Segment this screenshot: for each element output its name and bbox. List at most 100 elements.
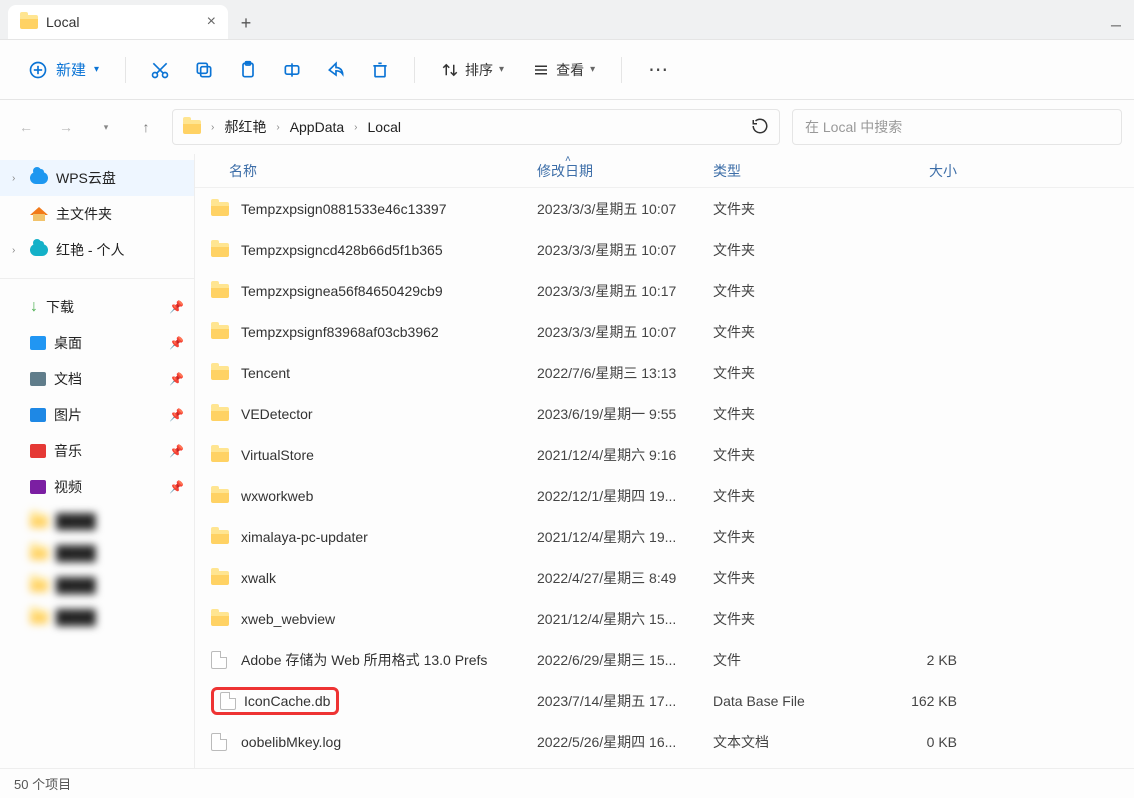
folder-icon — [211, 571, 229, 585]
column-type[interactable]: 类型 — [713, 161, 867, 181]
close-icon[interactable]: × — [207, 13, 216, 31]
sidebar-item-label: 桌面 — [54, 333, 82, 353]
delete-button[interactable] — [362, 52, 398, 88]
sidebar-item-blurred[interactable]: ████ — [0, 505, 194, 537]
refresh-button[interactable] — [751, 117, 769, 138]
file-name: wxworkweb — [235, 488, 537, 504]
folder-icon — [211, 407, 229, 421]
file-type: 文件夹 — [713, 199, 867, 219]
share-button[interactable] — [318, 52, 354, 88]
folder-icon — [211, 530, 229, 544]
desktop-icon — [30, 336, 46, 350]
music-icon — [30, 444, 46, 458]
file-name: Adobe 存储为 Web 所用格式 13.0 Prefs — [235, 650, 537, 670]
new-tab-button[interactable]: + — [228, 7, 264, 39]
highlight-annotation: IconCache.db — [211, 687, 339, 715]
pin-icon: 📌 — [169, 300, 184, 314]
sidebar-item-wps[interactable]: › WPS云盘 — [0, 160, 194, 196]
sidebar-item-documents[interactable]: 文档 📌 — [0, 361, 194, 397]
breadcrumb-item[interactable]: 郝红艳 — [224, 117, 266, 137]
column-header[interactable]: ˄ 名称 修改日期 类型 大小 — [195, 154, 1134, 188]
column-name[interactable]: 名称 — [211, 161, 537, 181]
breadcrumb-item[interactable]: AppData — [290, 119, 344, 135]
folder-icon — [211, 366, 229, 380]
divider — [621, 57, 622, 83]
column-size[interactable]: 大小 — [867, 161, 987, 181]
recent-button[interactable]: ▾ — [92, 113, 120, 141]
picture-icon — [30, 408, 46, 422]
divider — [414, 57, 415, 83]
sidebar-item-downloads[interactable]: ↓ 下载 📌 — [0, 289, 194, 325]
breadcrumb-item[interactable]: Local — [368, 119, 401, 135]
table-row[interactable]: Tempzxpsign0881533e46c133972023/3/3/星期五 … — [195, 188, 1134, 229]
column-date[interactable]: 修改日期 — [537, 161, 713, 181]
view-label: 查看 — [556, 60, 584, 80]
sidebar-item-personal[interactable]: › 红艳 - 个人 — [0, 232, 194, 268]
chevron-down-icon: ▾ — [590, 64, 595, 75]
toolbar: 新建 ▾ 排序 ▾ 查看 ▾ ⋯ — [0, 40, 1134, 100]
sidebar-item-label: 视频 — [54, 477, 82, 497]
table-row[interactable]: Tempzxpsignf83968af03cb39622023/3/3/星期五 … — [195, 311, 1134, 352]
file-name: xwalk — [235, 570, 537, 586]
address-row: ← → ▾ ↑ › 郝红艳 › AppData › Local — [0, 100, 1134, 154]
new-button[interactable]: 新建 ▾ — [18, 53, 109, 86]
search-input[interactable] — [805, 119, 1109, 135]
sidebar-item-blurred[interactable]: ████ — [0, 601, 194, 633]
back-button[interactable]: ← — [12, 113, 40, 141]
minimize-button[interactable]: ─ — [1098, 11, 1134, 39]
more-button[interactable]: ⋯ — [638, 57, 680, 82]
cut-button[interactable] — [142, 52, 178, 88]
sort-button[interactable]: 排序 ▾ — [431, 54, 514, 86]
paste-button[interactable] — [230, 52, 266, 88]
table-row[interactable]: Adobe 存储为 Web 所用格式 13.0 Prefs2022/6/29/星… — [195, 639, 1134, 680]
sidebar-item-desktop[interactable]: 桌面 📌 — [0, 325, 194, 361]
file-type: Data Base File — [713, 693, 867, 709]
view-button[interactable]: 查看 ▾ — [522, 54, 605, 86]
table-row[interactable]: IconCache.db2023/7/14/星期五 17...Data Base… — [195, 680, 1134, 721]
file-type: 文件夹 — [713, 568, 867, 588]
file-type: 文件夹 — [713, 281, 867, 301]
sidebar-item-blurred[interactable]: ████ — [0, 537, 194, 569]
folder-icon — [20, 15, 38, 29]
copy-button[interactable] — [186, 52, 222, 88]
folder-icon — [211, 243, 229, 257]
table-row[interactable]: VEDetector2023/6/19/星期一 9:55文件夹 — [195, 393, 1134, 434]
file-type: 文件夹 — [713, 609, 867, 629]
file-name: Tempzxpsign0881533e46c13397 — [235, 201, 537, 217]
sidebar-item-label: WPS云盘 — [56, 168, 116, 188]
up-button[interactable]: ↑ — [132, 113, 160, 141]
chevron-right-icon: › — [12, 245, 22, 256]
search-box[interactable] — [792, 109, 1122, 145]
file-type: 文件夹 — [713, 486, 867, 506]
file-icon — [211, 651, 227, 669]
home-icon — [30, 207, 48, 221]
table-row[interactable]: wxworkweb2022/12/1/星期四 19...文件夹 — [195, 475, 1134, 516]
sidebar-item-label: 红艳 - 个人 — [56, 240, 124, 260]
table-row[interactable]: Tencent2022/7/6/星期三 13:13文件夹 — [195, 352, 1134, 393]
file-name: VirtualStore — [235, 447, 537, 463]
table-row[interactable]: Tempzxpsigncd428b66d5f1b3652023/3/3/星期五 … — [195, 229, 1134, 270]
cloud-icon — [30, 244, 48, 256]
new-label: 新建 — [56, 59, 86, 80]
table-row[interactable]: xwalk2022/4/27/星期三 8:49文件夹 — [195, 557, 1134, 598]
file-type: 文件夹 — [713, 404, 867, 424]
rename-button[interactable] — [274, 52, 310, 88]
forward-button[interactable]: → — [52, 113, 80, 141]
file-date: 2023/3/3/星期五 10:07 — [537, 322, 713, 342]
pin-icon: 📌 — [169, 408, 184, 422]
sidebar-item-videos[interactable]: 视频 📌 — [0, 469, 194, 505]
table-row[interactable]: xweb_webview2021/12/4/星期六 15...文件夹 — [195, 598, 1134, 639]
chevron-right-icon: › — [211, 122, 214, 133]
table-row[interactable]: VirtualStore2021/12/4/星期六 9:16文件夹 — [195, 434, 1134, 475]
sidebar-item-pictures[interactable]: 图片 📌 — [0, 397, 194, 433]
sidebar-item-blurred[interactable]: ████ — [0, 569, 194, 601]
sort-indicator-icon: ˄ — [565, 154, 571, 165]
file-type: 文件夹 — [713, 445, 867, 465]
table-row[interactable]: Tempzxpsignea56f84650429cb92023/3/3/星期五 … — [195, 270, 1134, 311]
sidebar-item-music[interactable]: 音乐 📌 — [0, 433, 194, 469]
table-row[interactable]: ximalaya-pc-updater2021/12/4/星期六 19...文件… — [195, 516, 1134, 557]
sidebar-item-home[interactable]: 主文件夹 — [0, 196, 194, 232]
table-row[interactable]: oobelibMkey.log2022/5/26/星期四 16...文本文档0 … — [195, 721, 1134, 762]
tab-local[interactable]: Local × — [8, 5, 228, 39]
breadcrumb[interactable]: › 郝红艳 › AppData › Local — [172, 109, 780, 145]
